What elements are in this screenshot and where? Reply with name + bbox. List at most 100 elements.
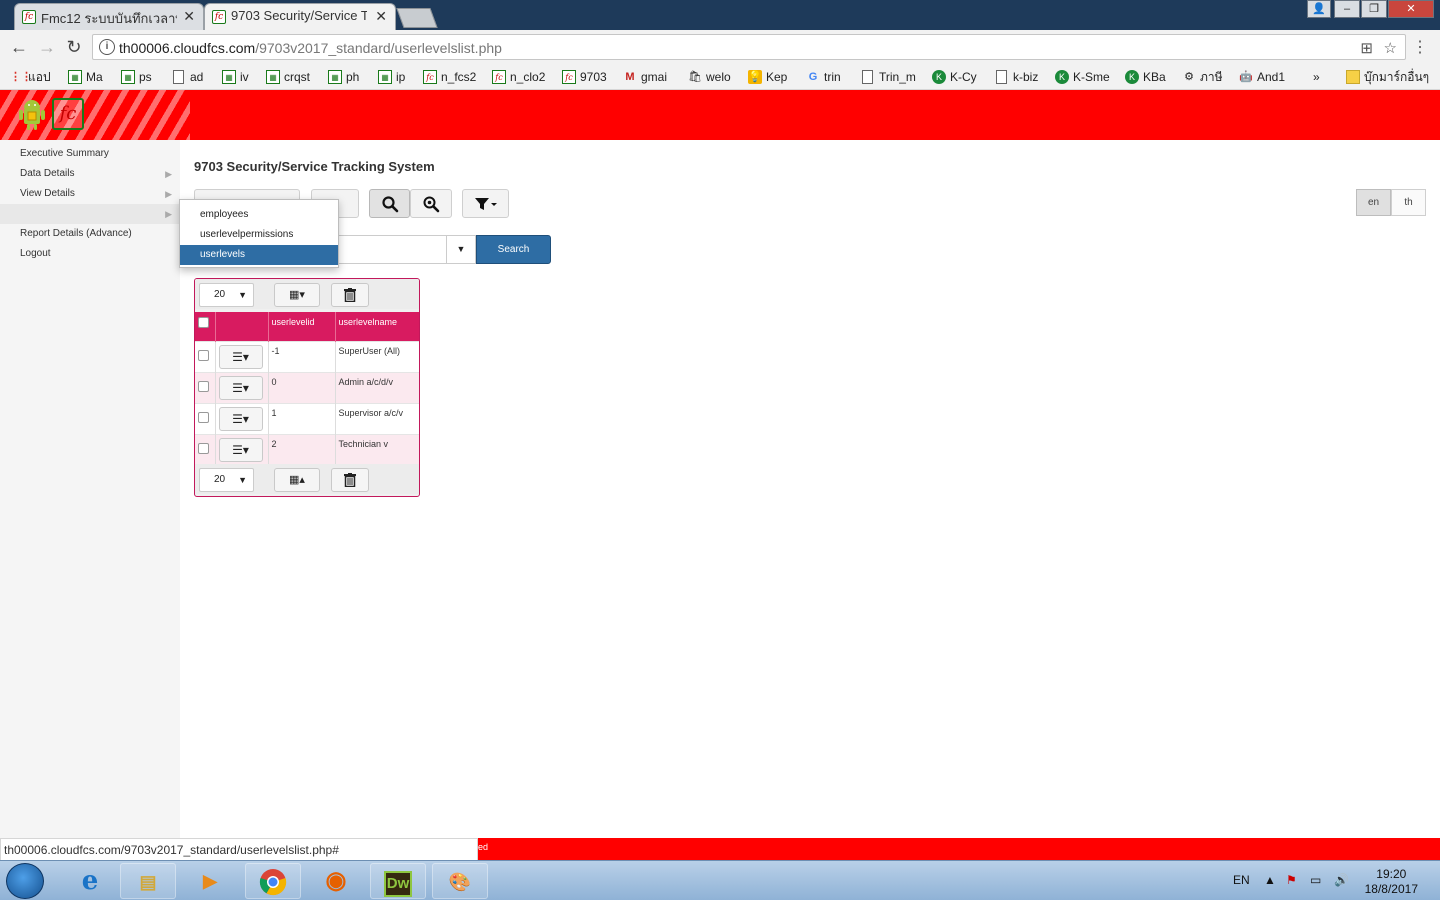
browser-tab-9703[interactable]: fc 9703 Security/Service Tra ✕ bbox=[204, 3, 396, 30]
bookmark-label: Ma bbox=[86, 70, 103, 84]
bookmark-item[interactable]: ▦ ip bbox=[378, 68, 405, 86]
column-options-button[interactable]: ▦▴ bbox=[274, 468, 320, 492]
sidebar-item-executive-summary[interactable]: Executive Summary bbox=[0, 144, 180, 164]
explorer-icon[interactable]: ▤ bbox=[120, 863, 176, 899]
sheet-icon: ▦ bbox=[328, 70, 342, 84]
bookmark-item[interactable]: k-biz bbox=[995, 68, 1038, 86]
row-checkbox[interactable] bbox=[198, 442, 209, 454]
address-bar[interactable]: i th00006.cloudfcs.com/9703v2017_standar… bbox=[92, 34, 1406, 60]
row-checkbox[interactable] bbox=[198, 380, 209, 392]
row-actions-button[interactable]: ☰▾ bbox=[218, 406, 263, 431]
browser-menu-icon[interactable]: ⋮ bbox=[1412, 37, 1428, 57]
sidebar-item-view-details[interactable]: View Details ▶ bbox=[0, 184, 180, 204]
tab-close-icon[interactable]: ✕ bbox=[375, 8, 387, 25]
sidebar-item-administration[interactable]: Administration ▶ bbox=[0, 204, 180, 224]
bookmark-item[interactable]: 🛍 welo bbox=[688, 68, 731, 86]
search-input[interactable] bbox=[338, 235, 446, 264]
input-language[interactable]: EN bbox=[1233, 873, 1250, 887]
ie-icon[interactable]: e bbox=[62, 863, 118, 899]
start-button[interactable] bbox=[6, 863, 44, 899]
bookmark-item[interactable]: Trin_m bbox=[861, 68, 916, 86]
bookmark-star-icon[interactable]: ☆ bbox=[1384, 39, 1397, 57]
network-icon[interactable]: ▭ bbox=[1310, 873, 1321, 887]
delete-selected-button[interactable] bbox=[331, 468, 369, 492]
bookmark-item[interactable]: 🤖 And1 bbox=[1239, 68, 1285, 86]
search-type-dropdown[interactable]: ▼ bbox=[446, 235, 476, 264]
bookmark-item[interactable]: ▦ ph bbox=[328, 68, 359, 86]
row-checkbox[interactable] bbox=[198, 411, 209, 423]
reload-icon[interactable]: ↻ bbox=[63, 36, 85, 58]
tab-close-icon[interactable]: ✕ bbox=[183, 8, 195, 25]
system-clock[interactable]: 19:20 18/8/2017 bbox=[1365, 867, 1418, 897]
table-row: ☰▾ 0 Admin a/c/d/v bbox=[195, 371, 419, 403]
clock-time: 19:20 bbox=[1376, 867, 1407, 881]
bookmark-item[interactable]: 💡 Kep bbox=[748, 68, 787, 86]
action-center-icon[interactable]: ⚑ bbox=[1286, 873, 1297, 887]
column-header-userlevelid[interactable]: userlevelid bbox=[268, 312, 336, 341]
kbank-icon: K bbox=[1125, 70, 1139, 84]
lang-th-button[interactable]: th bbox=[1391, 189, 1426, 216]
forward-arrow-icon[interactable]: → bbox=[36, 36, 58, 58]
android-icon: 🤖 bbox=[1239, 71, 1253, 83]
maximize-button[interactable]: ❐ bbox=[1361, 0, 1387, 18]
bookmark-item[interactable]: » bbox=[1313, 68, 1320, 86]
bookmark-item[interactable]: บุ๊กมาร์กอื่นๆ bbox=[1346, 68, 1429, 86]
bookmark-item[interactable]: ad bbox=[172, 68, 203, 86]
dreamweaver-icon[interactable]: Dw bbox=[370, 863, 426, 899]
bookmark-item[interactable]: ⚙ ภาษี bbox=[1182, 68, 1223, 86]
bookmark-item[interactable]: Gtrin bbox=[806, 68, 841, 86]
row-actions-button[interactable]: ☰▾ bbox=[218, 375, 263, 400]
bookmark-item[interactable]: K K-Sme bbox=[1055, 68, 1110, 86]
sidebar-item-report-details[interactable]: Report Details (Advance) bbox=[0, 224, 180, 244]
browser-tab-fmc12[interactable]: fc Fmc12 ระบบบันทึกเวลาพนัก ✕ bbox=[14, 3, 204, 30]
bookmark-item[interactable]: fc 9703 bbox=[562, 68, 607, 86]
advanced-search-button[interactable] bbox=[410, 189, 452, 218]
tray-chevron-up-icon[interactable]: ▲ bbox=[1264, 873, 1276, 887]
chrome-icon[interactable] bbox=[245, 863, 301, 899]
bookmark-item[interactable]: K K-Cy bbox=[932, 68, 977, 86]
site-info-icon[interactable]: i bbox=[99, 39, 115, 55]
userlevels-grid: 20 ▼ ▦▾ userlevelid userlevelname ☰▾ -1 Su… bbox=[194, 278, 420, 497]
bookmark-item[interactable]: ▦ iv bbox=[222, 68, 249, 86]
user-profile-button[interactable]: 👤 bbox=[1307, 0, 1331, 18]
row-actions-button[interactable]: ☰▾ bbox=[218, 344, 263, 369]
tab-title: Fmc12 ระบบบันทึกเวลาพนัก bbox=[41, 11, 177, 26]
delete-selected-button[interactable] bbox=[331, 283, 369, 307]
bookmark-item[interactable]: ▦ Ma bbox=[68, 68, 103, 86]
column-header-userlevelname[interactable]: userlevelname bbox=[335, 312, 419, 341]
chevron-down-icon: ▼ bbox=[238, 290, 247, 300]
submenu-item-employees[interactable]: employees bbox=[180, 205, 338, 225]
submenu-item-userlevelpermissions[interactable]: userlevelpermissions bbox=[180, 225, 338, 245]
bookmark-item[interactable]: ⋮⋮ แอป bbox=[10, 68, 51, 86]
translate-icon[interactable]: ⊞ bbox=[1360, 39, 1373, 57]
row-checkbox[interactable] bbox=[198, 349, 209, 361]
bookmark-label: trin bbox=[824, 70, 841, 84]
bookmark-item[interactable]: Mgmai bbox=[623, 68, 667, 86]
sidebar-item-logout[interactable]: Logout bbox=[0, 244, 180, 264]
page-size-select[interactable]: 20 ▼ bbox=[199, 283, 254, 307]
media-icon[interactable]: ▶ bbox=[182, 863, 238, 899]
new-tab-button[interactable] bbox=[396, 8, 438, 28]
column-options-button[interactable]: ▦▾ bbox=[274, 283, 320, 307]
page-size-select[interactable]: 20 ▼ bbox=[199, 468, 254, 492]
lang-en-button[interactable]: en bbox=[1356, 189, 1391, 216]
window-close-button[interactable]: ✕ bbox=[1388, 0, 1434, 18]
row-actions-button[interactable]: ☰▾ bbox=[218, 437, 263, 462]
volume-icon[interactable]: 🔊 bbox=[1334, 873, 1349, 887]
paint-icon[interactable]: 🎨 bbox=[432, 863, 488, 899]
bookmark-item[interactable]: fc n_fcs2 bbox=[423, 68, 476, 86]
firefox-icon[interactable]: ◉ bbox=[308, 863, 364, 899]
submenu-item-userlevels[interactable]: userlevels bbox=[180, 245, 338, 265]
sidebar-item-data-details[interactable]: Data Details ▶ bbox=[0, 164, 180, 184]
filter-button[interactable] bbox=[462, 189, 509, 218]
bookmark-item[interactable]: ▦ crqst bbox=[266, 68, 310, 86]
minimize-button[interactable]: – bbox=[1334, 0, 1360, 18]
bookmark-item[interactable]: fc n_clo2 bbox=[492, 68, 545, 86]
back-arrow-icon[interactable]: ← bbox=[8, 36, 30, 58]
trash-icon bbox=[344, 473, 356, 488]
select-all-checkbox[interactable] bbox=[198, 317, 209, 328]
search-button[interactable]: Search bbox=[476, 235, 551, 264]
search-panel-button[interactable] bbox=[369, 189, 410, 218]
bookmark-item[interactable]: K KBa bbox=[1125, 68, 1166, 86]
bookmark-item[interactable]: ▦ ps bbox=[121, 68, 152, 86]
